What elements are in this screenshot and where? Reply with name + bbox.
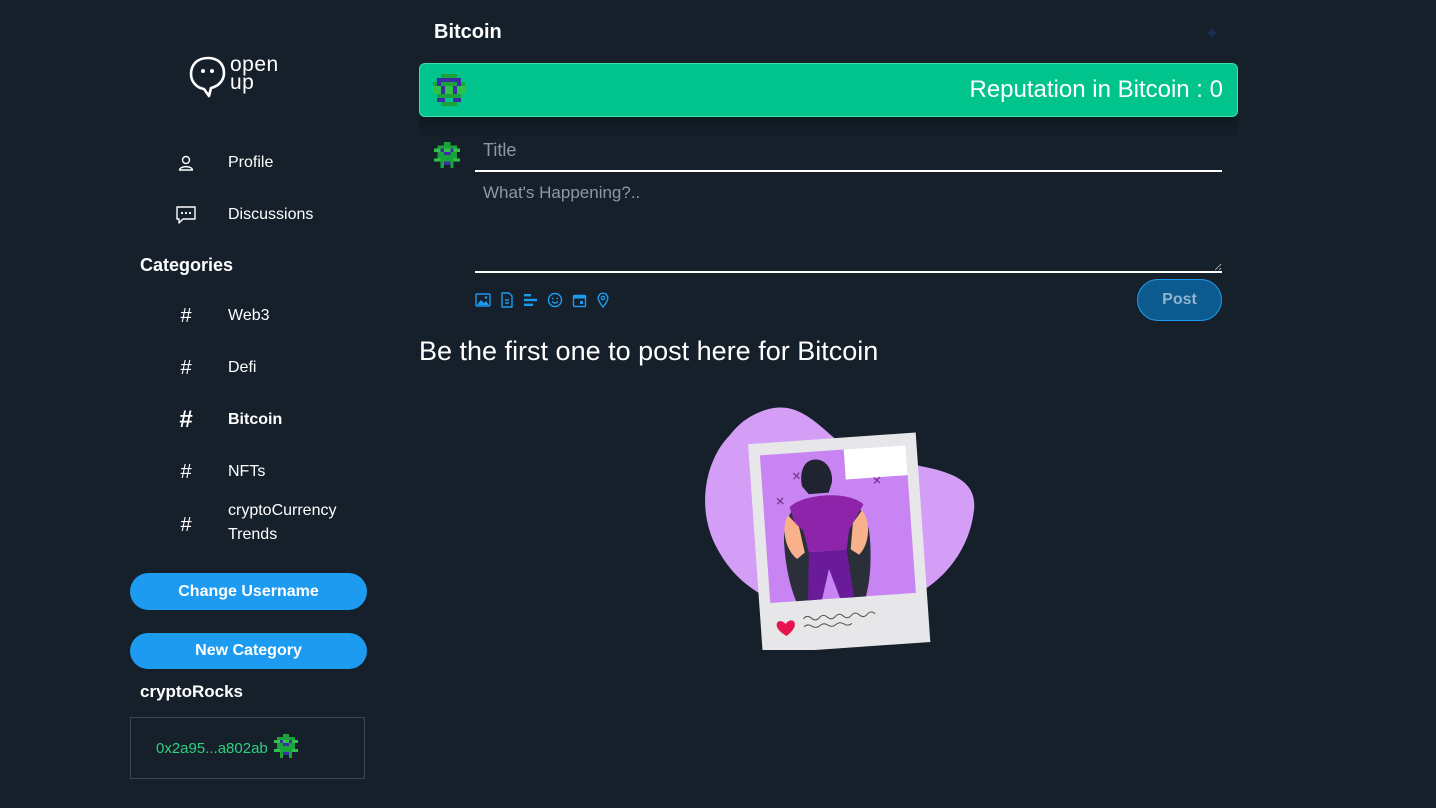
composer-toolbar <box>475 292 611 308</box>
sidebar-item-label: Discussions <box>228 206 314 223</box>
schedule-icon[interactable] <box>571 292 587 308</box>
category-item-cryptocurrency-trends[interactable]: # cryptoCurrency Trends <box>172 502 336 545</box>
hashtag-icon: # <box>180 513 192 536</box>
new-category-button[interactable]: New Category <box>130 633 367 669</box>
sidebar-item-profile[interactable]: Profile <box>172 143 273 183</box>
poll-icon[interactable] <box>523 292 539 308</box>
reputation-text: Reputation in Bitcoin : 0 <box>969 76 1224 103</box>
sidebar-item-discussions[interactable]: Discussions <box>172 195 313 235</box>
avatar <box>273 733 298 763</box>
emoji-icon[interactable] <box>547 292 563 308</box>
category-item-bitcoin[interactable]: # Bitcoin <box>172 400 282 440</box>
category-item-web3[interactable]: # Web3 <box>172 296 269 336</box>
wallet-address: 0x2a95...a802ab <box>156 739 268 757</box>
avatar <box>434 142 460 173</box>
username: cryptoRocks <box>140 682 243 701</box>
category-item-defi[interactable]: # Defi <box>172 348 256 388</box>
categories-heading: Categories <box>140 255 234 275</box>
sparkle-icon[interactable] <box>1205 25 1219 46</box>
hashtag-icon: # <box>180 304 192 327</box>
image-icon[interactable] <box>475 292 491 308</box>
empty-state-illustration <box>700 400 980 655</box>
post-button[interactable]: Post <box>1137 279 1222 321</box>
page-title: Bitcoin <box>434 21 502 43</box>
category-item-nfts[interactable]: # NFTs <box>172 452 265 492</box>
wallet-card[interactable]: 0x2a95...a802ab <box>130 717 365 779</box>
hashtag-icon: # <box>180 460 192 483</box>
empty-state-message: Be the first one to post here for Bitcoi… <box>419 336 879 366</box>
post-body-input[interactable] <box>475 174 1222 273</box>
gif-icon[interactable] <box>499 292 515 308</box>
category-label: Defi <box>228 359 257 376</box>
category-label: Bitcoin <box>228 411 283 428</box>
chat-icon <box>172 201 200 229</box>
category-label: Web3 <box>228 307 270 324</box>
post-title-input[interactable] <box>475 130 1222 172</box>
change-username-button[interactable]: Change Username <box>130 573 367 610</box>
avatar <box>433 74 465 111</box>
category-label: cryptoCurrency Trends <box>228 502 337 543</box>
hashtag-icon: # <box>180 356 192 379</box>
person-icon <box>172 149 200 177</box>
reputation-banner: Reputation in Bitcoin : 0 <box>419 63 1238 117</box>
sidebar-item-label: Profile <box>228 154 274 171</box>
app-logo[interactable]: open up <box>188 52 298 100</box>
logo-text-up: up <box>230 71 255 94</box>
category-label: NFTs <box>228 463 266 480</box>
location-icon[interactable] <box>595 292 611 308</box>
hashtag-icon: # <box>179 406 193 433</box>
